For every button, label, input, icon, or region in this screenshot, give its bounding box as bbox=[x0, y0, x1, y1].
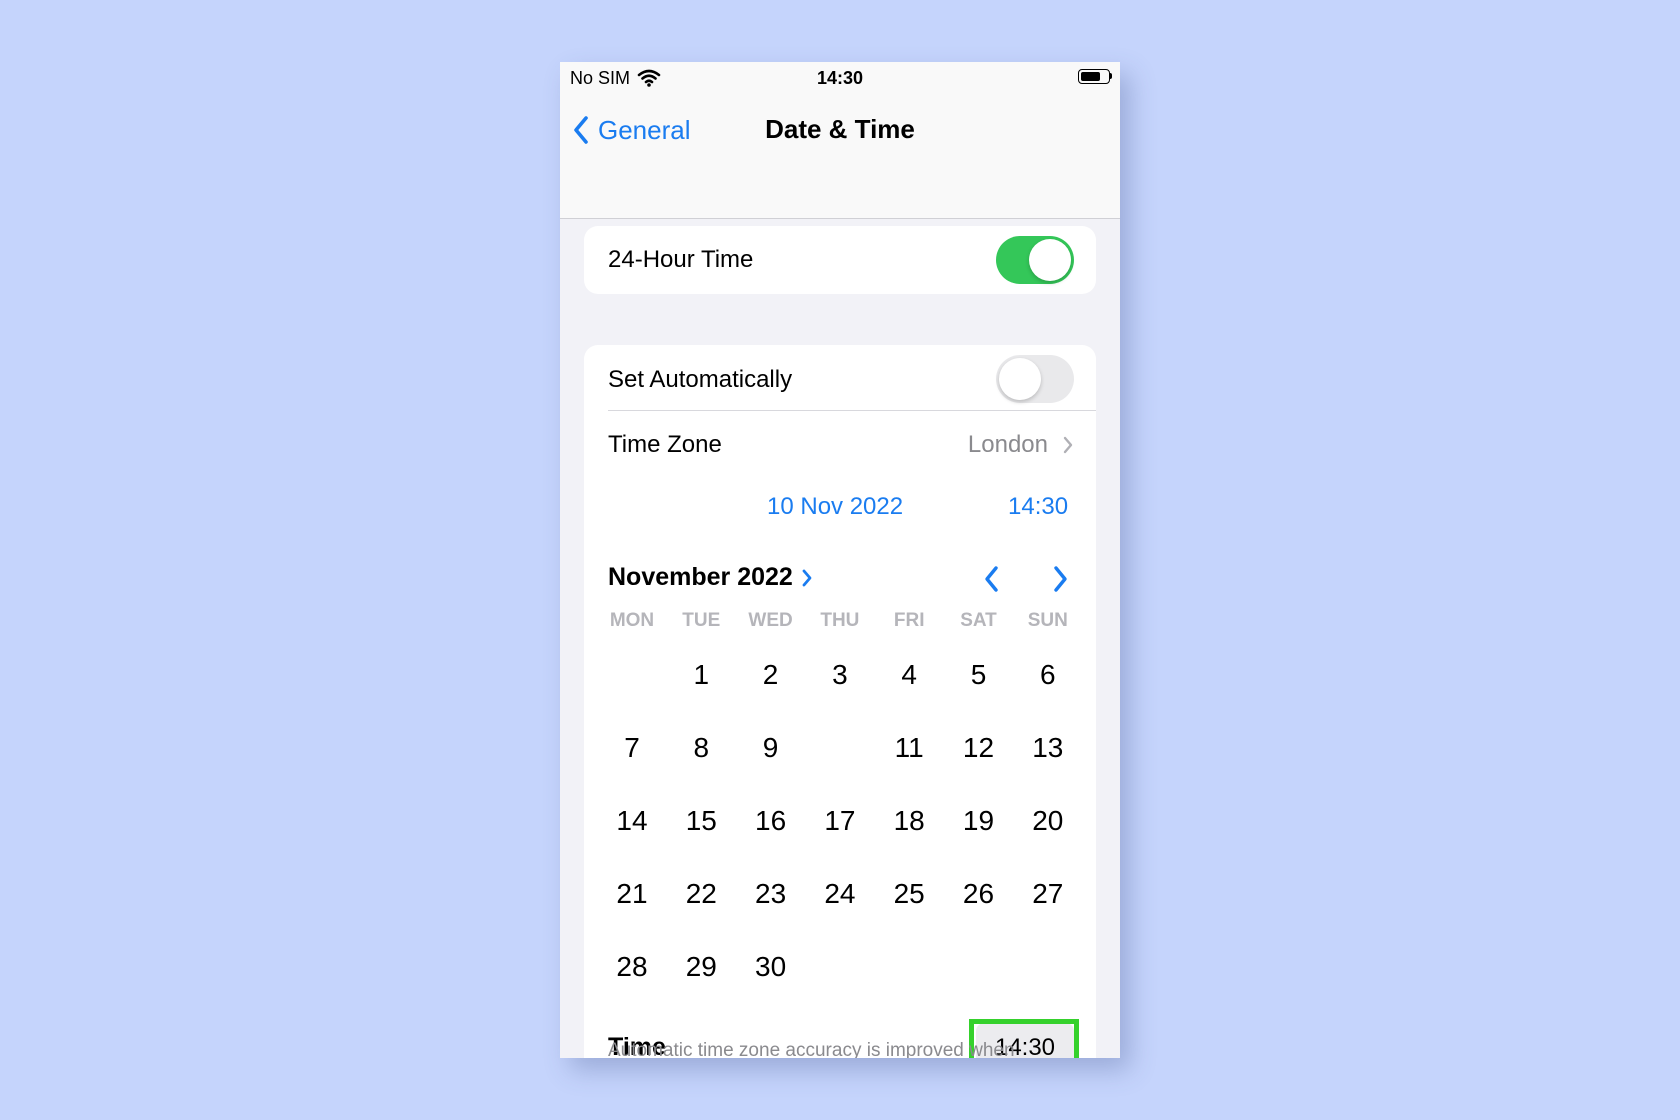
hour24-card: 24-Hour Time bbox=[584, 226, 1096, 294]
status-time: 14:30 bbox=[816, 68, 864, 88]
weekday-label: SAT bbox=[960, 610, 997, 631]
calendar-day[interactable]: 13 bbox=[1013, 715, 1083, 781]
set-automatically-toggle[interactable] bbox=[996, 355, 1074, 403]
calendar-day[interactable]: 1 bbox=[666, 642, 736, 708]
page-title: Date & Time bbox=[765, 114, 915, 144]
calendar-day[interactable]: 20 bbox=[1013, 788, 1083, 854]
chevron-right-icon bbox=[802, 569, 812, 586]
time-zone-value: London bbox=[967, 431, 1048, 458]
calendar-day[interactable]: 4 bbox=[874, 642, 944, 708]
calendar-day[interactable]: 23 bbox=[736, 861, 806, 927]
calendar-day[interactable]: 2 bbox=[736, 642, 806, 708]
footer-note: Automatic time zone accuracy is improved… bbox=[608, 1040, 1015, 1058]
calendar-day[interactable]: 16 bbox=[736, 788, 806, 854]
time-zone-label: Time Zone bbox=[608, 431, 722, 458]
calendar-day[interactable]: 26 bbox=[944, 861, 1014, 927]
weekday-label: SUN bbox=[1027, 610, 1068, 631]
calendar-day-selected[interactable]: 10 bbox=[805, 715, 875, 781]
calendar-day[interactable]: 27 bbox=[1013, 861, 1083, 927]
calendar-day[interactable]: 5 bbox=[944, 642, 1014, 708]
chevron-right-icon bbox=[1063, 436, 1073, 454]
calendar-day[interactable]: 17 bbox=[805, 788, 875, 854]
time-zone-row[interactable]: Time Zone London bbox=[584, 411, 1096, 477]
calendar-day[interactable]: 19 bbox=[944, 788, 1014, 854]
weekday-label: FRI bbox=[893, 610, 925, 631]
calendar-day[interactable]: 12 bbox=[944, 715, 1014, 781]
calendar-day[interactable]: 18 bbox=[874, 788, 944, 854]
calendar-day[interactable]: 6 bbox=[1013, 642, 1083, 708]
hour24-toggle[interactable] bbox=[996, 236, 1074, 284]
set-automatically-label: Set Automatically bbox=[608, 366, 793, 393]
battery-icon bbox=[1078, 69, 1112, 84]
phone-screen: No SIM 14:30 General Date & Time 24-Hour… bbox=[560, 62, 1120, 1058]
calendar-day[interactable]: 30 bbox=[736, 934, 806, 1000]
calendar-day[interactable]: 29 bbox=[666, 934, 736, 1000]
status-bar: No SIM 14:30 bbox=[560, 62, 1120, 98]
calendar-day[interactable]: 21 bbox=[597, 861, 667, 927]
previous-month-button[interactable] bbox=[982, 564, 1002, 594]
selected-date-button[interactable]: 10 Nov 2022 bbox=[767, 493, 903, 521]
calendar-day[interactable]: 7 bbox=[597, 715, 667, 781]
calendar-day[interactable]: 28 bbox=[597, 934, 667, 1000]
calendar-day[interactable]: 9 bbox=[736, 715, 806, 781]
month-picker-button[interactable]: November 2022 bbox=[608, 563, 813, 592]
weekday-label: WED bbox=[748, 610, 793, 631]
calendar-day[interactable]: 14 bbox=[597, 788, 667, 854]
calendar-day[interactable]: 3 bbox=[805, 642, 875, 708]
weekday-label: THU bbox=[820, 610, 860, 631]
calendar-day[interactable]: 22 bbox=[666, 861, 736, 927]
weekday-label: MON bbox=[609, 610, 655, 631]
calendar-day[interactable]: 15 bbox=[666, 788, 736, 854]
month-label: November 2022 bbox=[608, 563, 793, 591]
calendar-day[interactable]: 11 bbox=[874, 715, 944, 781]
calendar-day[interactable]: 25 bbox=[874, 861, 944, 927]
hour24-label: 24-Hour Time bbox=[608, 246, 754, 273]
calendar-day[interactable]: 24 bbox=[805, 861, 875, 927]
weekday-label: TUE bbox=[682, 610, 721, 631]
calendar-day[interactable]: 8 bbox=[666, 715, 736, 781]
next-month-button[interactable] bbox=[1050, 564, 1070, 594]
selected-time-button[interactable]: 14:30 bbox=[1008, 493, 1068, 521]
navigation-bar: General Date & Time bbox=[560, 98, 1120, 219]
date-time-card: Set Automatically Time Zone London 10 No… bbox=[584, 345, 1096, 1058]
